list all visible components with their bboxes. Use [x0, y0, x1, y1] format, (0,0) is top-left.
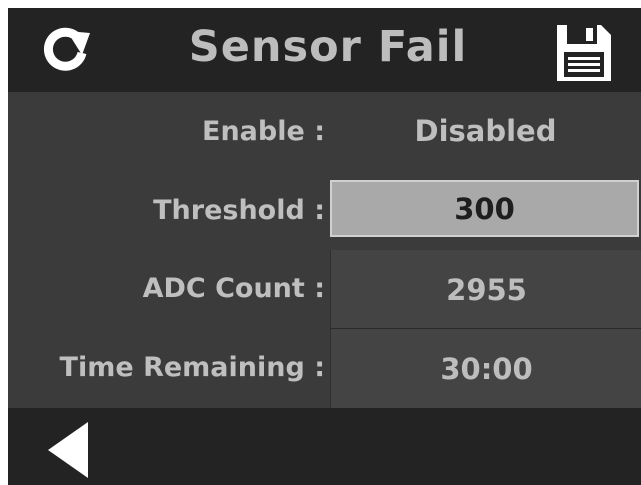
footer-bar [8, 408, 641, 485]
threshold-label: Threshold : [153, 195, 325, 226]
save-button[interactable] [554, 22, 614, 84]
sensor-fail-screen: Sensor Fail Enable : Disabled Threshold … [8, 8, 641, 485]
header-bar: Sensor Fail [8, 8, 641, 92]
back-button[interactable] [46, 420, 90, 480]
save-icon [557, 25, 611, 81]
enable-label: Enable : [202, 116, 325, 147]
adc-count-value: 2955 [330, 250, 641, 329]
back-arrow-icon [48, 422, 88, 478]
time-remaining-label: Time Remaining : [59, 352, 325, 383]
threshold-input[interactable]: 300 [330, 180, 639, 237]
page-title: Sensor Fail [188, 22, 468, 72]
refresh-icon [43, 27, 90, 71]
adc-count-label: ADC Count : [142, 273, 325, 304]
refresh-button[interactable] [38, 24, 92, 78]
enable-toggle[interactable]: Disabled [330, 114, 641, 148]
time-remaining-value: 30:00 [330, 329, 641, 408]
